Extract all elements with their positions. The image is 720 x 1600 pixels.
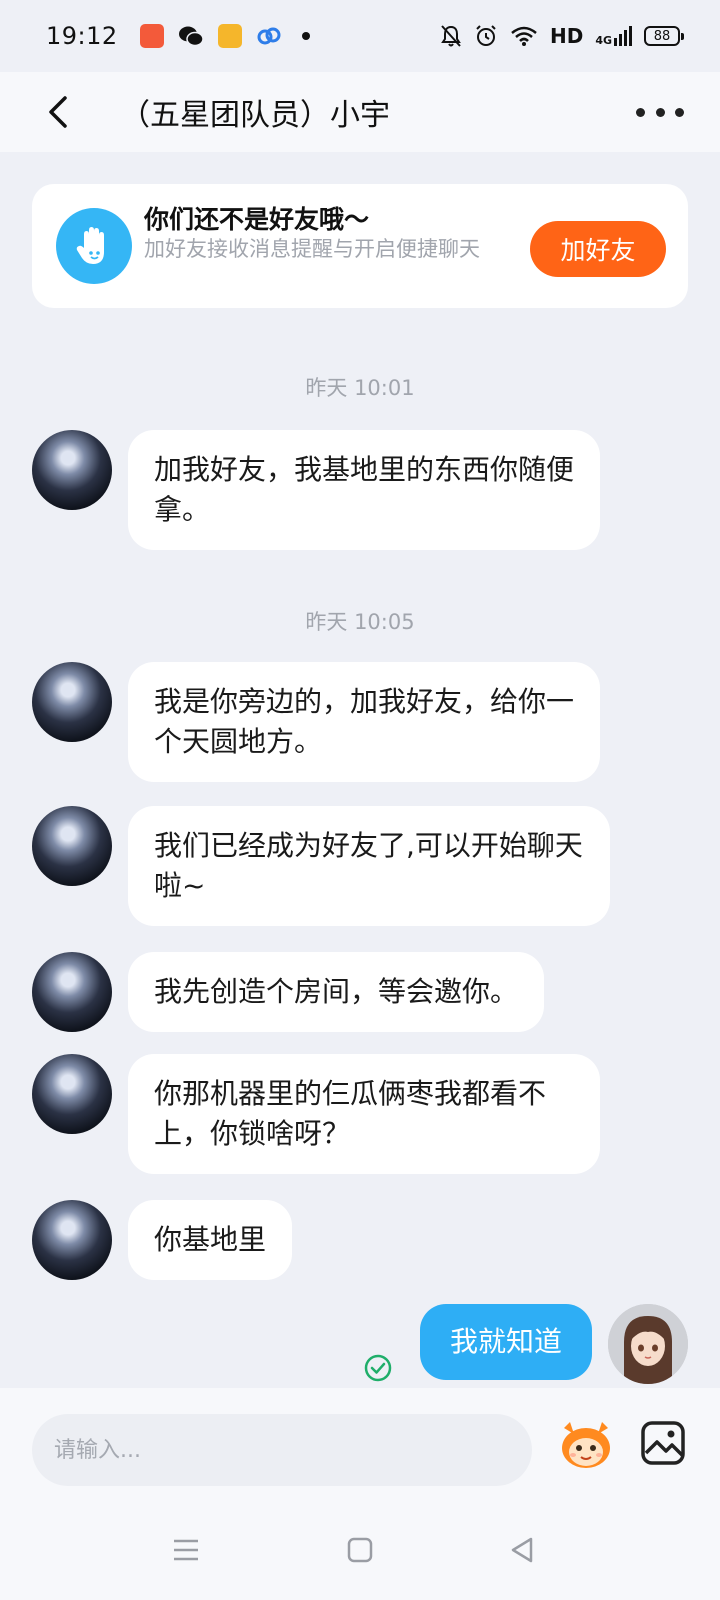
message-bubble[interactable]: 加我好友，我基地里的东西你随便拿。 <box>128 430 600 550</box>
timestamp: 昨天 10:01 <box>305 376 415 400</box>
avatar[interactable] <box>32 806 112 886</box>
app-badge-icon <box>217 24 242 48</box>
message-bubble[interactable]: 我先创造个房间，等会邀你。 <box>128 952 545 1032</box>
input-area <box>0 1388 720 1600</box>
own-avatar[interactable] <box>608 1304 688 1384</box>
avatar[interactable] <box>32 430 112 510</box>
chat-header: （五星团队员）小宇 <box>0 72 720 152</box>
message-input[interactable] <box>32 1414 532 1486</box>
system-nav-bar <box>0 1508 720 1600</box>
wifi-icon <box>511 26 537 46</box>
menu-icon <box>174 1539 198 1561</box>
read-check-icon <box>364 1354 392 1382</box>
banner-title: 你们还不是好友哦～ <box>144 205 370 234</box>
chevron-left-icon <box>49 96 67 128</box>
wechat-icon <box>178 26 204 47</box>
more-notifications-dot <box>301 32 310 40</box>
battery-icon: 88 <box>644 26 684 46</box>
signal-icon: 4G <box>595 26 632 46</box>
image-icon <box>641 1421 685 1465</box>
hd-label: HD <box>549 24 584 48</box>
image-button[interactable] <box>640 1420 686 1466</box>
nav-menu-button[interactable] <box>166 1530 206 1570</box>
nav-home-button[interactable] <box>340 1530 380 1570</box>
cloud-app-icon <box>257 27 281 45</box>
alarm-icon <box>476 25 496 46</box>
emoji-button[interactable] <box>556 1414 616 1474</box>
battery-level: 88 <box>653 28 671 44</box>
avatar[interactable] <box>32 1054 112 1134</box>
app-notification-icon <box>139 24 164 48</box>
more-button[interactable] <box>636 96 684 128</box>
bell-off-icon <box>441 25 461 47</box>
avatar[interactable] <box>32 952 112 1032</box>
status-time: 19:12 <box>46 22 118 50</box>
avatar[interactable] <box>32 1200 112 1280</box>
notification-icons <box>139 24 310 48</box>
back-triangle-icon <box>511 1537 533 1563</box>
add-friend-banner: 你们还不是好友哦～ 加好友接收消息提醒与开启便捷聊天 加好友 <box>32 184 688 308</box>
message-bubble[interactable]: 你那机器里的仨瓜俩枣我都看不上，你锁啥呀？ <box>128 1054 600 1174</box>
home-square-icon <box>347 1537 373 1563</box>
emoji-mascot-icon <box>562 1422 610 1468</box>
hand-wave-icon <box>56 208 132 284</box>
more-dots-icon <box>636 107 645 117</box>
back-button[interactable] <box>38 88 78 136</box>
system-status: HD 4G 88 <box>440 24 684 48</box>
timestamp: 昨天 10:05 <box>305 610 415 634</box>
message-bubble[interactable]: 你基地里 <box>128 1200 293 1280</box>
nav-back-button[interactable] <box>502 1530 542 1570</box>
avatar[interactable] <box>32 662 112 742</box>
message-bubble[interactable]: 我是你旁边的，加我好友，给你一个天圆地方。 <box>128 662 600 782</box>
add-friend-button[interactable]: 加好友 <box>530 221 666 277</box>
status-bar: 19:12 HD 4G 88 <box>0 0 720 72</box>
banner-subtitle: 加好友接收消息提醒与开启便捷聊天 <box>144 237 480 261</box>
chat-title: （五星团队员）小宇 <box>120 98 390 133</box>
own-message-bubble[interactable]: 我就知道 <box>419 1304 592 1380</box>
message-bubble[interactable]: 我们已经成为好友了,可以开始聊天啦~ <box>128 806 610 926</box>
